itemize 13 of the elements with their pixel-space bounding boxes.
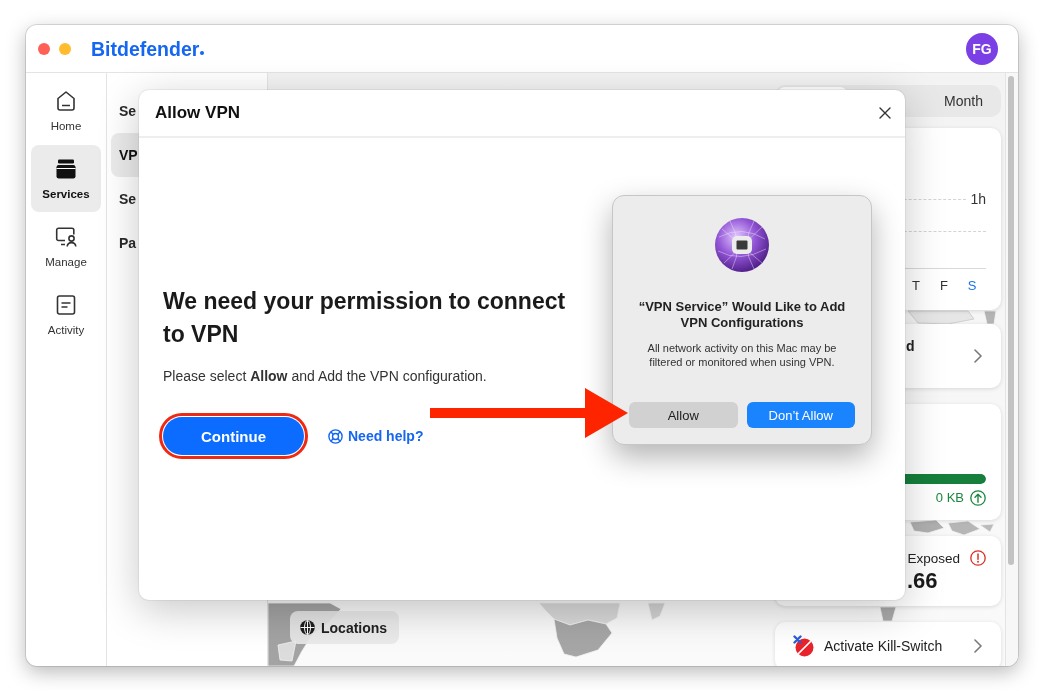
exposure-label: Exposed [907,550,960,566]
instruction-text: Please select Allow and Add the VPN configuration. [163,367,487,386]
day-label: F [939,277,949,295]
alert-message: All network activity on this Mac may be filtered or monitored when using VPN. [646,341,838,369]
traffic-reading: 0 KB [935,490,964,506]
day-label: T [911,277,921,295]
permission-heading: We need your permission to connect to VPN [163,287,567,349]
alert-title: “VPN Service” Would Like to Add VPN Configurations [637,299,847,331]
app-logo: Bitdefender [91,36,200,61]
dialog-title: Allow VPN [155,103,240,123]
exposure-value: .66 [907,569,938,593]
day-label: S [966,277,978,295]
axis-label: 1h [970,190,986,208]
